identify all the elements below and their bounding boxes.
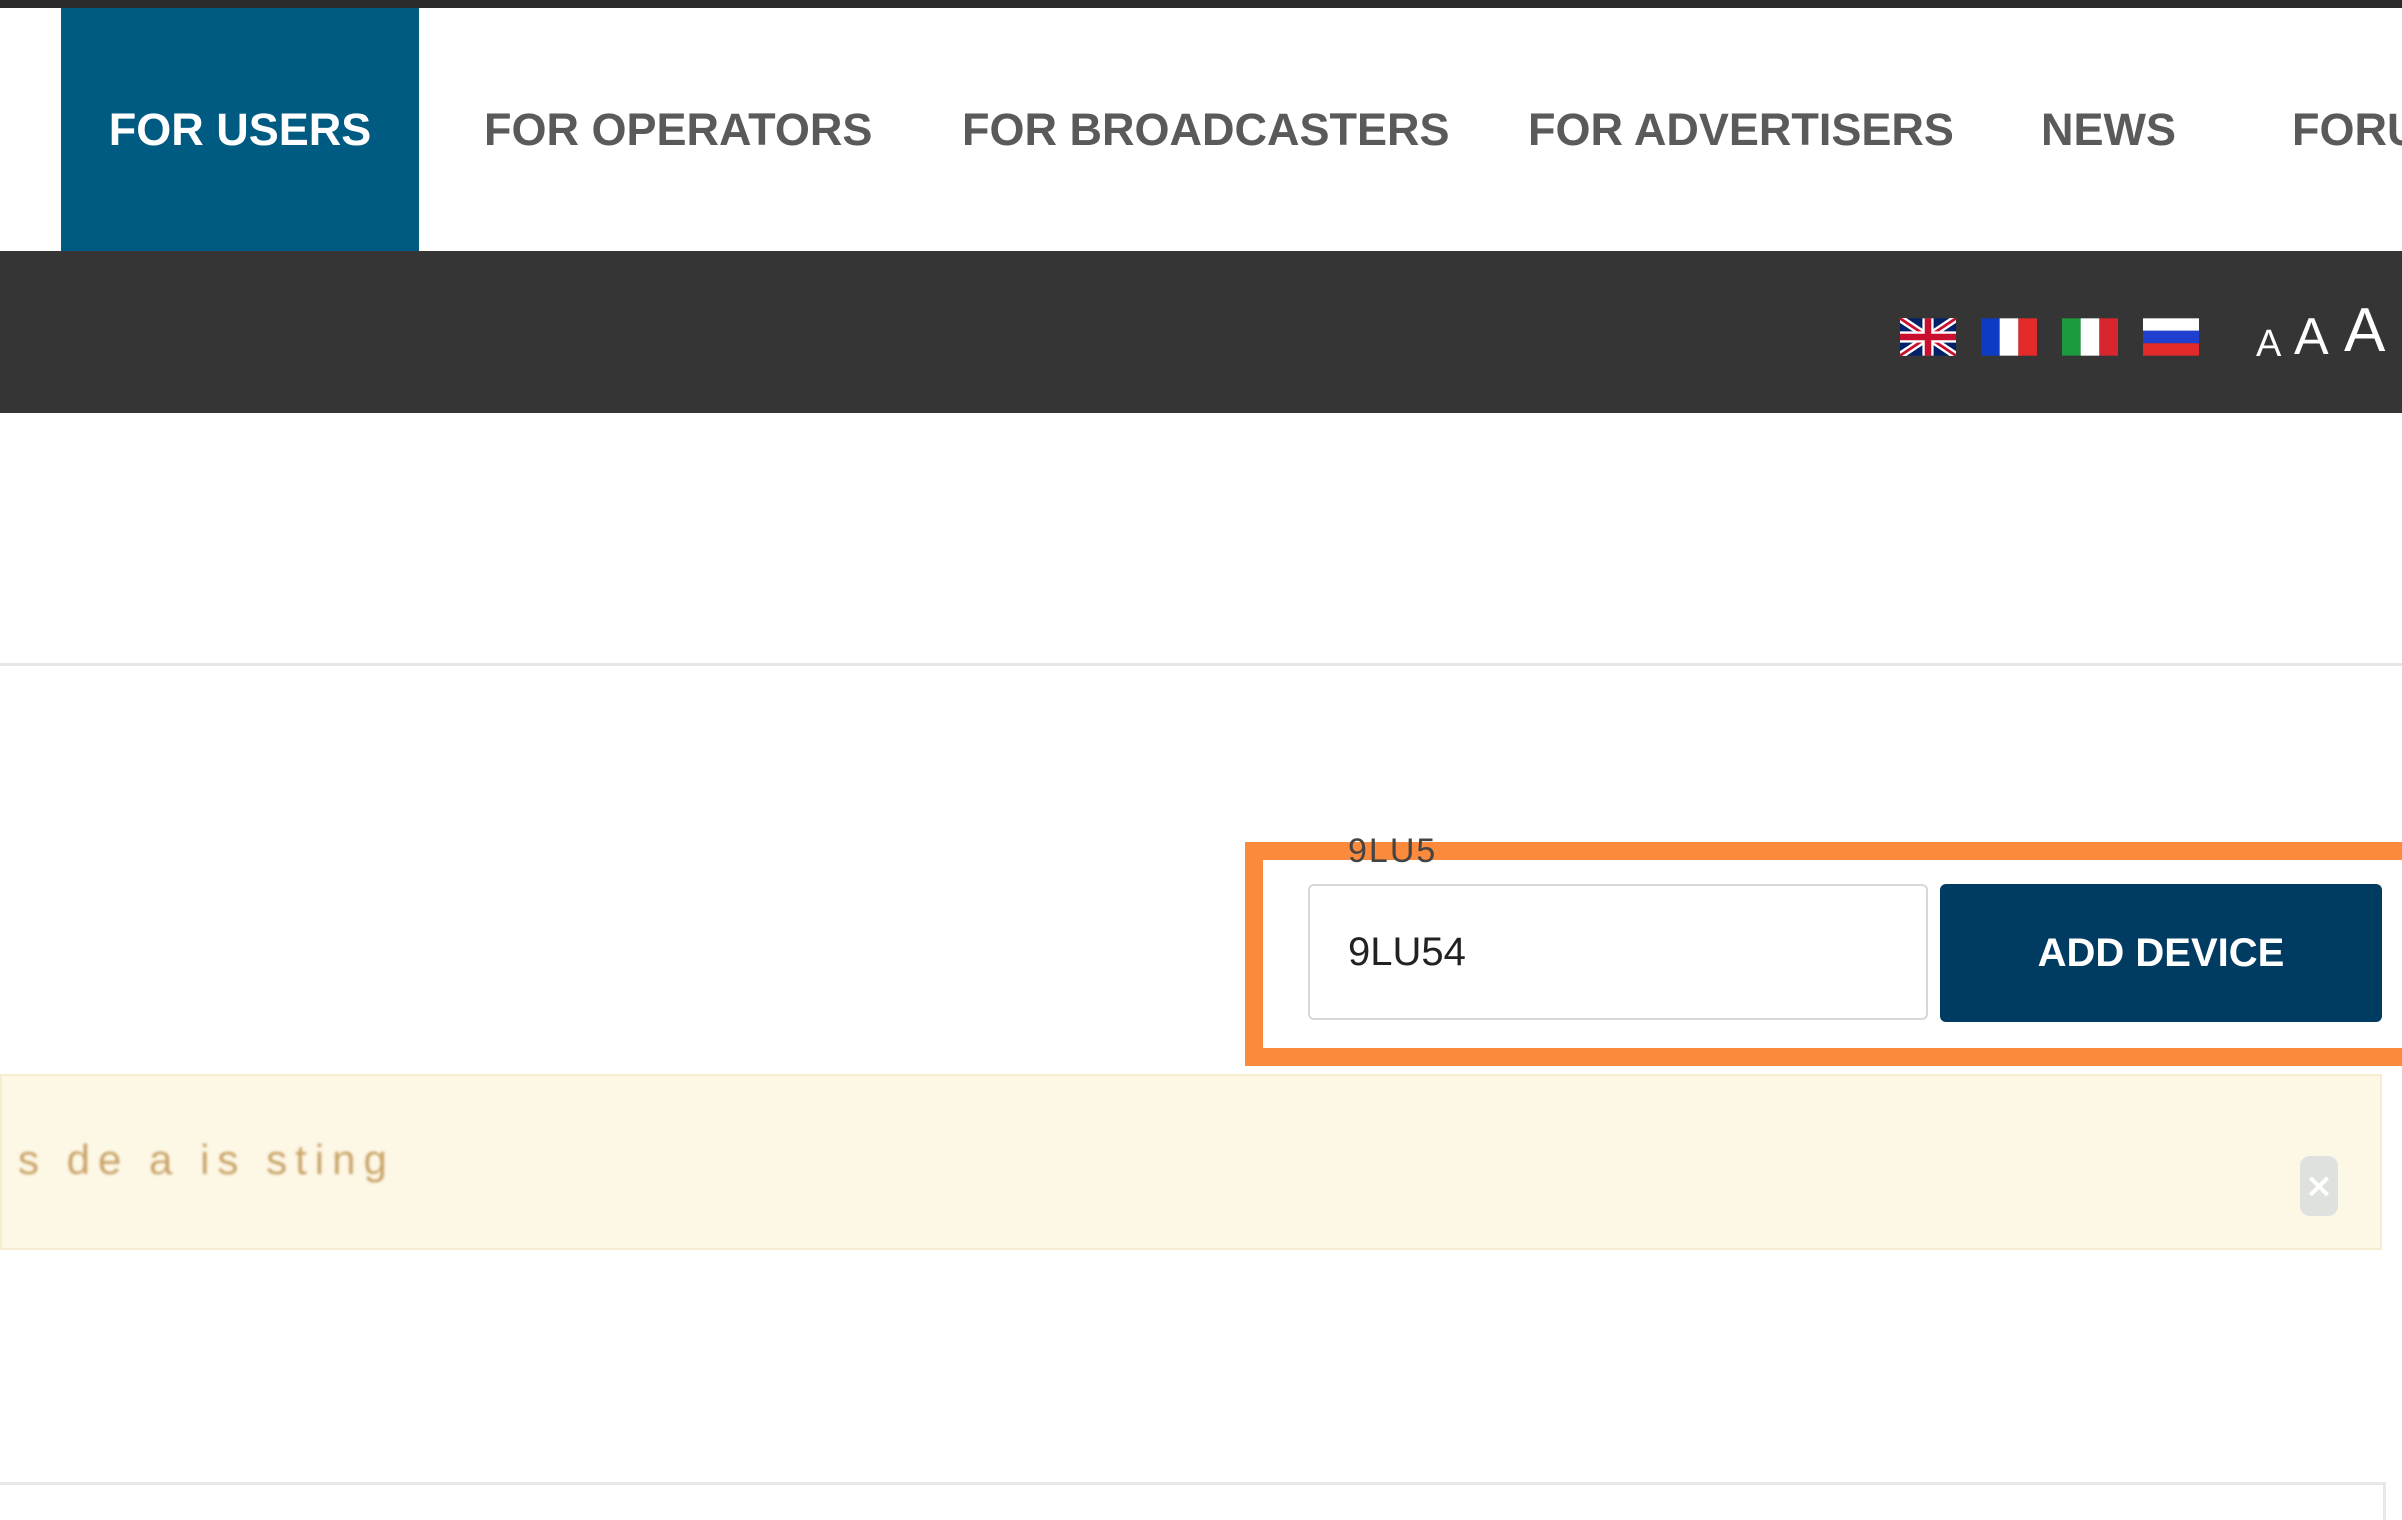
page: FOR USERS FOR OPERATORS FOR BROADCASTERS…	[0, 0, 2402, 1520]
section-divider	[0, 663, 2402, 666]
nav-forum[interactable]: FORU	[2292, 8, 2402, 251]
add-device-button[interactable]: ADD DEVICE	[1940, 884, 2382, 1022]
bottom-panel	[0, 1482, 2386, 1520]
uk-flag-icon[interactable]	[1900, 318, 1956, 356]
utility-bar	[0, 251, 2402, 413]
nav-for-broadcasters[interactable]: FOR BROADCASTERS	[962, 8, 1450, 251]
close-icon[interactable]: ×	[2300, 1156, 2338, 1216]
italy-flag-icon[interactable]	[2062, 318, 2118, 356]
input-hint-label: 9LU5	[1348, 832, 1438, 870]
russia-flag-icon[interactable]	[2143, 318, 2199, 356]
font-size-medium-button[interactable]: A	[2294, 311, 2329, 363]
top-edge	[0, 0, 2402, 8]
nav-news[interactable]: NEWS	[2041, 8, 2176, 251]
france-flag-icon[interactable]	[1981, 318, 2037, 356]
alert-message: s de a is sting	[18, 1136, 395, 1183]
nav-for-users[interactable]: FOR USERS	[61, 8, 419, 251]
device-code-input[interactable]	[1308, 884, 1928, 1020]
font-size-small-button[interactable]: A	[2256, 325, 2281, 363]
nav-for-operators[interactable]: FOR OPERATORS	[484, 8, 872, 251]
main-nav: FOR USERS FOR OPERATORS FOR BROADCASTERS…	[0, 8, 2402, 251]
font-size-large-button[interactable]: A	[2344, 300, 2385, 362]
nav-for-advertisers[interactable]: FOR ADVERTISERS	[1528, 8, 1954, 251]
